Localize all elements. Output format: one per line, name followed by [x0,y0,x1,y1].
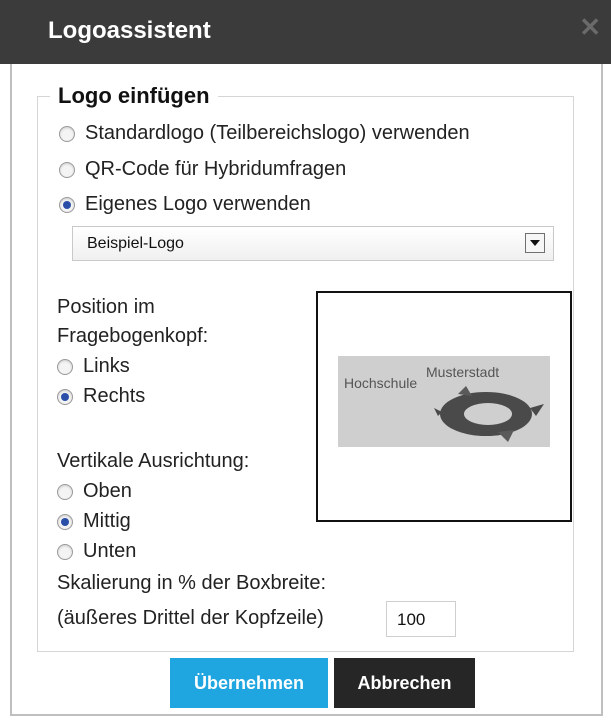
radio-button[interactable] [59,125,75,142]
radio-button[interactable] [57,483,73,500]
scaling-label-line2: (äußeres Drittel der Kopfzeile) [57,607,324,629]
logo-select-value: Beispiel-Logo [87,235,184,252]
radio-standard-logo[interactable]: Standardlogo (Teilbereichslogo) verwende… [59,122,470,145]
radio-label: Mittig [83,510,131,532]
radio-label: Unten [83,540,137,562]
radio-vertical-bottom[interactable]: Unten [57,540,136,563]
vertical-alignment-label: Vertikale Ausrichtung: [57,450,250,472]
logo-image: Musterstadt Hochschule [338,356,550,447]
radio-button-selected[interactable] [57,513,73,530]
scaling-input-value: 100 [397,610,426,629]
radio-button[interactable] [59,161,75,178]
position-label-line2: Fragebogenkopf: [57,325,209,347]
radio-button[interactable] [57,358,73,375]
radio-label: Standardlogo (Teilbereichslogo) verwende… [85,122,470,144]
position-label-line1: Position im [57,296,155,318]
radio-label: Rechts [83,385,146,407]
scaling-input[interactable]: 100 [386,601,456,637]
radio-vertical-top[interactable]: Oben [57,480,132,503]
logo-preview: Musterstadt Hochschule [316,291,572,522]
cancel-button[interactable]: Abbrechen [334,658,475,708]
radio-button-selected[interactable] [59,196,75,213]
scaling-label-line1: Skalierung in % der Boxbreite: [57,572,327,594]
radio-position-left[interactable]: Links [57,355,130,378]
radio-vertical-middle[interactable]: Mittig [57,510,131,533]
radio-label: Eigenes Logo verwenden [85,193,311,215]
dialog-title: Logoassistent [48,17,211,44]
radio-qr-code[interactable]: QR-Code für Hybridumfragen [59,158,346,181]
radio-button[interactable] [57,543,73,560]
apply-button[interactable]: Übernehmen [170,658,328,708]
radio-label: Links [83,355,130,377]
titlebar: Logoassistent ✕ [0,0,611,64]
logo-assistant-dialog: Logoassistent ✕ Logo einfügen Standardlo… [0,0,611,720]
radio-position-right[interactable]: Rechts [57,385,145,408]
radio-own-logo[interactable]: Eigenes Logo verwenden [59,193,311,216]
close-icon[interactable]: ✕ [579,14,601,40]
logo-mark-icon [434,386,544,442]
logo-select[interactable]: Beispiel-Logo [72,226,554,261]
fieldset-legend: Logo einfügen [50,83,218,109]
radio-label: Oben [83,480,132,502]
radio-label: QR-Code für Hybridumfragen [85,158,347,180]
radio-button-selected[interactable] [57,388,73,405]
chevron-down-icon[interactable] [525,233,545,253]
